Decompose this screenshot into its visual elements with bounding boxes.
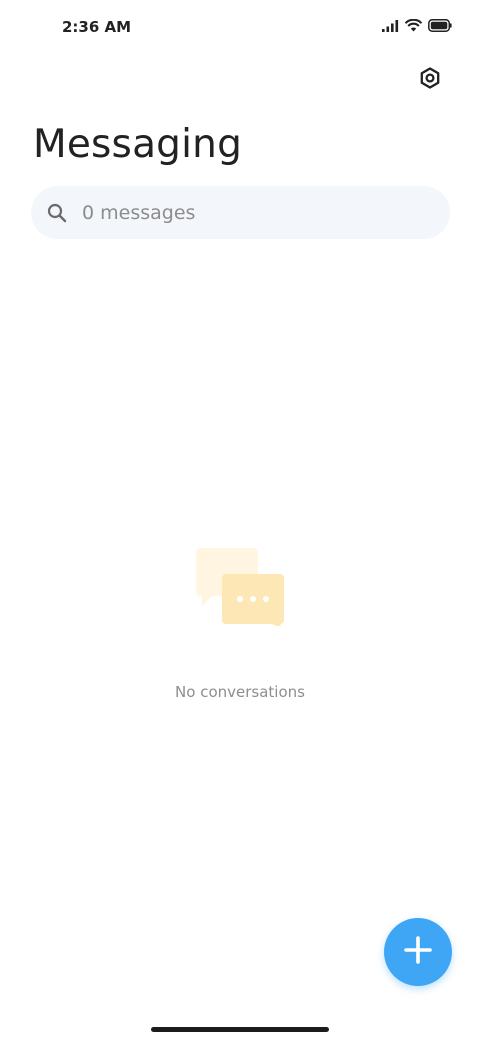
new-conversation-button[interactable]	[384, 918, 452, 986]
search-icon	[46, 202, 68, 224]
status-time: 2:36 AM	[62, 18, 132, 36]
search-input[interactable]	[82, 201, 402, 224]
status-icons	[382, 19, 452, 32]
chat-bubbles-icon	[194, 546, 286, 630]
page-title: Messaging	[33, 122, 243, 167]
home-indicator[interactable]	[151, 1027, 329, 1032]
settings-icon	[419, 66, 441, 94]
wifi-icon	[405, 19, 422, 32]
search-bar[interactable]	[31, 186, 450, 239]
signal-icon	[382, 19, 399, 32]
empty-state-text: No conversations	[175, 683, 305, 701]
battery-icon	[428, 19, 452, 32]
status-bar: 2:36 AM	[0, 0, 480, 56]
plus-icon	[403, 935, 433, 970]
settings-button[interactable]	[414, 64, 446, 96]
